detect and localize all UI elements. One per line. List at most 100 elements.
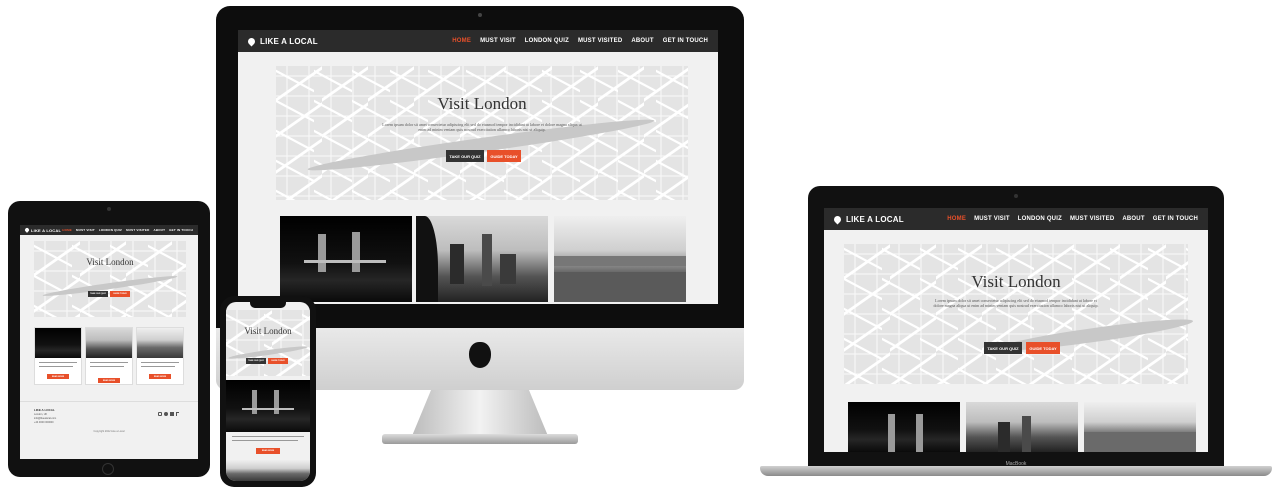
card-text-line — [141, 366, 175, 367]
ipad-hero-map: Visit London TAKE OUR QUIZ GUIDE TODAY — [34, 241, 186, 317]
ipad-card-2-button[interactable]: READ MORE — [98, 378, 120, 383]
macbook-hero-map: Visit London Lorem ipsum dolor sit amet … — [844, 244, 1195, 384]
skyline-strip — [554, 256, 686, 266]
location-pin-icon — [24, 227, 30, 233]
macbook-nav-must-visited[interactable]: MUST VISITED — [1070, 216, 1114, 222]
ipad-camera — [107, 207, 111, 211]
iphone-notch — [250, 302, 286, 308]
iphone-photo-tower-bridge — [226, 380, 310, 432]
ipad-card-1: READ MORE — [34, 327, 82, 385]
macbook-hero-title: Visit London — [971, 272, 1061, 291]
location-pin-icon — [246, 36, 257, 46]
river-thames — [993, 314, 1195, 356]
linkedin-icon[interactable] — [170, 412, 174, 416]
ipad-nav-home[interactable]: HOME — [62, 228, 72, 232]
ipad-nav-must-visited[interactable]: MUST VISITED — [126, 228, 149, 232]
ipad-footer-brand: LIKE A LOCAL — [34, 408, 55, 412]
macbook-screen: LIKE A LOCAL HOME MUST VISIT LONDON QUIZ… — [824, 208, 1208, 452]
card-text-line — [232, 436, 304, 437]
ipad-footer-line-3: +44 0000 000000 — [34, 421, 54, 424]
ipad-card-3: READ MORE — [136, 327, 184, 385]
macbook-label: MacBook — [1005, 461, 1027, 467]
nav-must-visited[interactable]: MUST VISITED — [578, 38, 622, 44]
macbook-nav-london-quiz[interactable]: LONDON QUIZ — [1018, 216, 1062, 222]
photo-tower-bridge — [280, 216, 412, 302]
ipad-nav-get-in-touch[interactable]: GET IN TOUCH — [169, 228, 193, 232]
card-text-line — [39, 366, 73, 367]
facebook-icon[interactable] — [164, 412, 168, 416]
nav-home[interactable]: HOME — [452, 38, 471, 44]
hero-map: Visit London Lorem ipsum dolor sit amet … — [276, 66, 688, 200]
iphone-guide-button[interactable]: GUIDE TODAY — [268, 358, 288, 364]
ipad-card-1-button[interactable]: READ MORE — [47, 374, 69, 379]
ipad-footer: LIKE A LOCAL London, UK info@likealocal.… — [20, 401, 198, 459]
macbook-brand-logo[interactable]: LIKE A LOCAL — [832, 214, 904, 224]
bridge-tower-left — [888, 414, 895, 452]
iphone-hero-map: Visit London TAKE OUR QUIZ GUIDE TODAY — [226, 310, 310, 376]
iphone-take-quiz-button[interactable]: TAKE OUR QUIZ — [246, 358, 266, 364]
ipad-guide-button[interactable]: GUIDE TODAY — [110, 291, 130, 297]
nav-london-quiz[interactable]: LONDON QUIZ — [525, 38, 569, 44]
macbook-nav-about[interactable]: ABOUT — [1122, 216, 1144, 222]
ipad-photo-river-view — [137, 328, 183, 358]
card-text-line — [90, 366, 124, 367]
macbook-photo-river-view — [1084, 402, 1196, 452]
brand-logo[interactable]: LIKE A LOCAL — [246, 36, 318, 46]
hero-text: Lorem ipsum dolor sit amet consectetur a… — [382, 122, 582, 133]
imac-screen: LIKE A LOCAL HOME MUST VISIT LONDON QUIZ… — [238, 30, 718, 304]
building-tall — [1022, 416, 1031, 452]
ipad-footer-copyright: Copyright 2022 Like a Local — [93, 430, 125, 433]
macbook-brand-name: LIKE A LOCAL — [846, 214, 904, 224]
macbook-guide-button[interactable]: GUIDE TODAY — [1026, 342, 1060, 354]
instagram-icon[interactable] — [158, 412, 162, 416]
bridge-tower-right — [916, 414, 923, 452]
macbook-nav-home[interactable]: HOME — [947, 216, 966, 222]
iphone-card-button[interactable]: READ MORE — [256, 448, 280, 454]
guide-button[interactable]: GUIDE TODAY — [487, 150, 521, 162]
macbook-nav-must-visit[interactable]: MUST VISIT — [974, 216, 1010, 222]
card-text-line — [39, 362, 77, 363]
iphone-hero-title: Visit London — [244, 326, 292, 336]
macbook-photo-city-skyline — [966, 402, 1078, 452]
ipad-footer-line-2: info@likealocal.com — [34, 417, 57, 420]
macbook-base — [760, 466, 1272, 476]
building-low — [500, 254, 516, 284]
ipad-photo-city-skyline — [86, 328, 132, 358]
building-curve — [416, 216, 438, 302]
brand-name: LIKE A LOCAL — [260, 36, 318, 46]
ipad-nav-about[interactable]: ABOUT — [153, 228, 165, 232]
nav-links: HOME MUST VISIT LONDON QUIZ MUST VISITED… — [452, 38, 708, 44]
ipad-brand-logo[interactable]: LIKE A LOCAL — [24, 227, 61, 233]
card-text-line — [232, 440, 298, 441]
ipad-take-quiz-button[interactable]: TAKE OUR QUIZ — [88, 291, 108, 297]
ipad-nav-london-quiz[interactable]: LONDON QUIZ — [99, 228, 122, 232]
iphone-screen: Visit London TAKE OUR QUIZ GUIDE TODAY R… — [226, 302, 310, 481]
tiktok-icon[interactable] — [176, 412, 179, 416]
building-walkie-talkie — [450, 244, 464, 284]
macbook-navbar: LIKE A LOCAL HOME MUST VISIT LONDON QUIZ… — [824, 208, 1208, 230]
macbook-nav-links: HOME MUST VISIT LONDON QUIZ MUST VISITED… — [947, 216, 1198, 222]
ipad-navbar: LIKE A LOCAL HOME MUST VISIT LONDON QUIZ… — [20, 225, 198, 235]
macbook-device: LIKE A LOCAL HOME MUST VISIT LONDON QUIZ… — [760, 186, 1272, 482]
macbook-photo-tower-bridge — [848, 402, 960, 452]
nav-must-visit[interactable]: MUST VISIT — [480, 38, 516, 44]
nav-about[interactable]: ABOUT — [631, 38, 653, 44]
macbook-take-quiz-button[interactable]: TAKE OUR QUIZ — [984, 342, 1022, 354]
ipad-nav-must-visit[interactable]: MUST VISIT — [76, 228, 95, 232]
macbook-hero-text: Lorem ipsum dolor sit amet consectetur a… — [933, 298, 1099, 309]
ipad-nav-links: HOME MUST VISIT LONDON QUIZ MUST VISITED… — [62, 228, 193, 232]
ipad-card-3-button[interactable]: READ MORE — [149, 374, 171, 379]
nav-get-in-touch[interactable]: GET IN TOUCH — [663, 38, 708, 44]
hero-title: Visit London — [437, 94, 527, 113]
bridge-span — [242, 408, 294, 410]
macbook-nav-get-in-touch[interactable]: GET IN TOUCH — [1153, 216, 1198, 222]
imac-camera — [478, 13, 482, 17]
macbook-camera — [1014, 194, 1018, 198]
ipad-home-button — [102, 463, 114, 475]
photo-city-skyline — [416, 216, 548, 302]
iphone-photo-river-view — [226, 460, 310, 481]
bridge-span — [304, 260, 386, 263]
ipad-card-2: READ MORE — [85, 327, 133, 385]
imac-stand — [412, 390, 548, 436]
take-quiz-button[interactable]: TAKE OUR QUIZ — [446, 150, 484, 162]
